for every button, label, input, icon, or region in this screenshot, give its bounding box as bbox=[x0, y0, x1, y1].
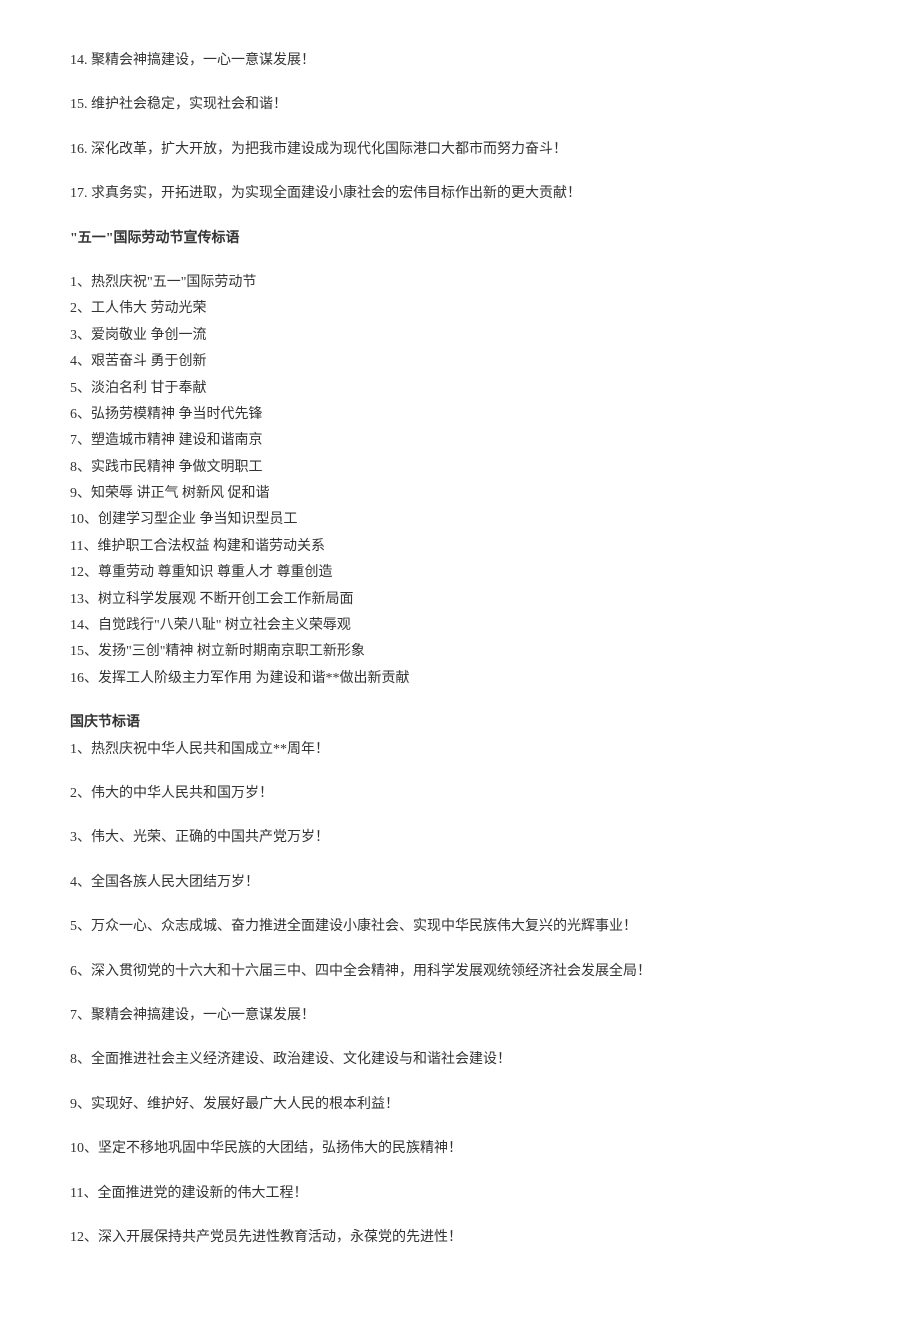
list-item: 5、万众一心、众志成城、奋力推进全面建设小康社会、实现中华民族伟大复兴的光辉事业… bbox=[70, 916, 850, 938]
section-c: 国庆节标语 1、热烈庆祝中华人民共和国成立**周年！ 2、伟大的中华人民共和国万… bbox=[70, 712, 850, 1249]
list-item: 8、实践市民精神 争做文明职工 bbox=[70, 457, 850, 479]
list-item: 15. 维护社会稳定，实现社会和谐！ bbox=[70, 94, 850, 116]
list-item: 4、全国各族人民大团结万岁！ bbox=[70, 872, 850, 894]
list-item: 12、深入开展保持共产党员先进性教育活动，永葆党的先进性！ bbox=[70, 1227, 850, 1249]
list-item: 15、发扬"三创"精神 树立新时期南京职工新形象 bbox=[70, 641, 850, 663]
list-item: 6、深入贯彻党的十六大和十六届三中、四中全会精神，用科学发展观统领经济社会发展全… bbox=[70, 961, 850, 983]
list-item: 3、伟大、光荣、正确的中国共产党万岁！ bbox=[70, 827, 850, 849]
section-heading-labor-day: "五一"国际劳动节宣传标语 bbox=[70, 228, 850, 250]
list-item: 1、热烈庆祝"五一"国际劳动节 bbox=[70, 272, 850, 294]
list-item: 6、弘扬劳模精神 争当时代先锋 bbox=[70, 404, 850, 426]
section-a: 14. 聚精会神搞建设，一心一意谋发展！ 15. 维护社会稳定，实现社会和谐！ … bbox=[70, 50, 850, 206]
list-item: 14、自觉践行"八荣八耻" 树立社会主义荣辱观 bbox=[70, 615, 850, 637]
list-item: 10、创建学习型企业 争当知识型员工 bbox=[70, 509, 850, 531]
list-item: 1、热烈庆祝中华人民共和国成立**周年！ bbox=[70, 739, 850, 761]
list-item: 13、树立科学发展观 不断开创工会工作新局面 bbox=[70, 589, 850, 611]
list-item: 16. 深化改革，扩大开放，为把我市建设成为现代化国际港口大都市而努力奋斗！ bbox=[70, 139, 850, 161]
list-item: 8、全面推进社会主义经济建设、政治建设、文化建设与和谐社会建设！ bbox=[70, 1049, 850, 1071]
list-item: 16、发挥工人阶级主力军作用 为建设和谐**做出新贡献 bbox=[70, 668, 850, 690]
list-item: 11、维护职工合法权益 构建和谐劳动关系 bbox=[70, 536, 850, 558]
list-item: 3、爱岗敬业 争创一流 bbox=[70, 325, 850, 347]
list-item: 12、尊重劳动 尊重知识 尊重人才 尊重创造 bbox=[70, 562, 850, 584]
list-item: 7、塑造城市精神 建设和谐南京 bbox=[70, 430, 850, 452]
labor-day-list: 1、热烈庆祝"五一"国际劳动节 2、工人伟大 劳动光荣 3、爱岗敬业 争创一流 … bbox=[70, 272, 850, 690]
list-item: 9、实现好、维护好、发展好最广大人民的根本利益！ bbox=[70, 1094, 850, 1116]
section-heading-national-day: 国庆节标语 bbox=[70, 712, 850, 734]
list-item: 7、聚精会神搞建设，一心一意谋发展！ bbox=[70, 1005, 850, 1027]
list-item: 11、全面推进党的建设新的伟大工程！ bbox=[70, 1183, 850, 1205]
list-item: 2、工人伟大 劳动光荣 bbox=[70, 298, 850, 320]
list-item: 10、坚定不移地巩固中华民族的大团结，弘扬伟大的民族精神！ bbox=[70, 1138, 850, 1160]
section-b: "五一"国际劳动节宣传标语 1、热烈庆祝"五一"国际劳动节 2、工人伟大 劳动光… bbox=[70, 228, 850, 691]
list-item: 14. 聚精会神搞建设，一心一意谋发展！ bbox=[70, 50, 850, 72]
list-item: 2、伟大的中华人民共和国万岁！ bbox=[70, 783, 850, 805]
list-item: 4、艰苦奋斗 勇于创新 bbox=[70, 351, 850, 373]
list-item: 5、淡泊名利 甘于奉献 bbox=[70, 378, 850, 400]
list-item: 9、知荣辱 讲正气 树新风 促和谐 bbox=[70, 483, 850, 505]
list-item: 17. 求真务实，开拓进取，为实现全面建设小康社会的宏伟目标作出新的更大贡献！ bbox=[70, 183, 850, 205]
document-body: 14. 聚精会神搞建设，一心一意谋发展！ 15. 维护社会稳定，实现社会和谐！ … bbox=[70, 50, 850, 1249]
